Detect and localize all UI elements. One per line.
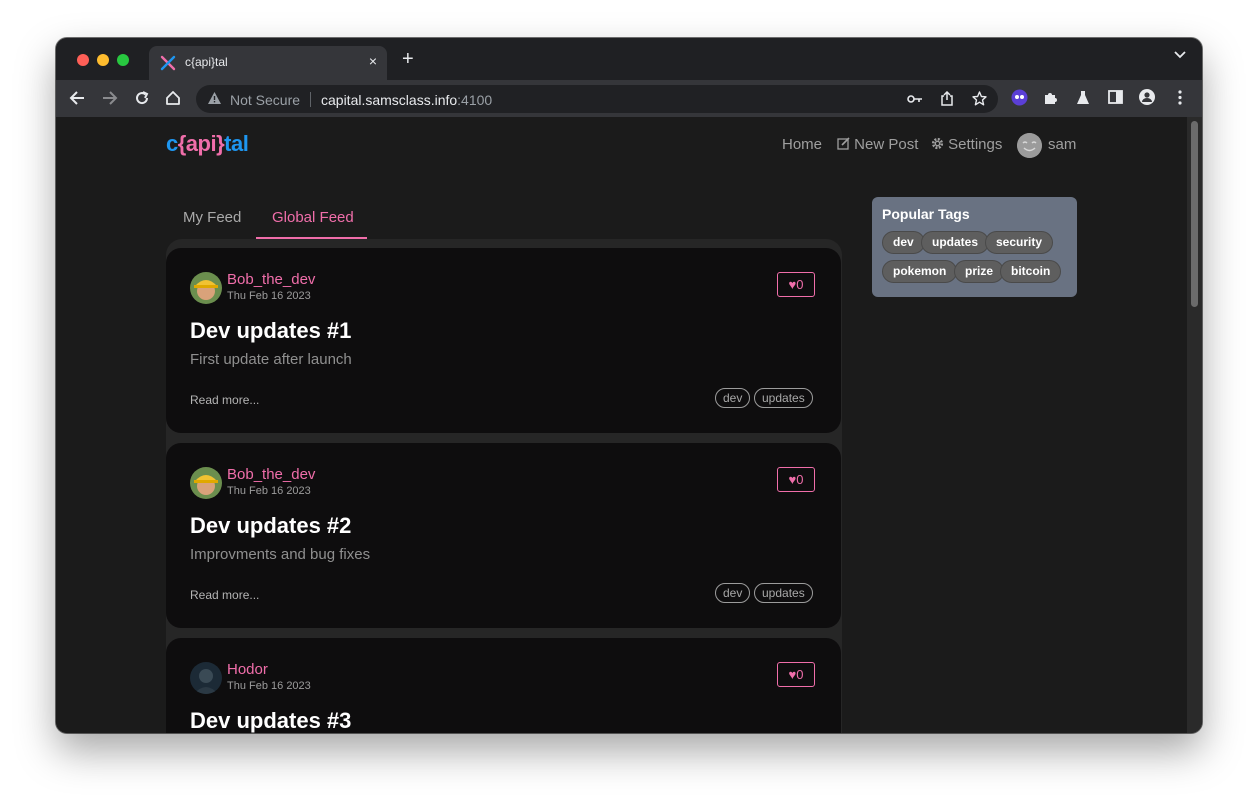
browser-window: c{api}tal × + Not Secure capital.samscla… [56, 38, 1202, 733]
puzzle-extensions-icon[interactable] [1043, 90, 1058, 105]
article-description: First update after launch [190, 351, 352, 368]
nav-home-link[interactable]: Home [782, 136, 822, 153]
browser-toolbar: Not Secure capital.samsclass.info:4100 [56, 80, 1202, 117]
labs-flask-icon[interactable] [1076, 90, 1090, 105]
tag-pill[interactable]: bitcoin [1000, 260, 1062, 283]
url-host: capital.samsclass.info [321, 92, 458, 108]
feed-tabs: My Feed Global Feed [166, 197, 842, 239]
side-panel-icon[interactable] [1108, 90, 1123, 104]
read-more-link[interactable]: Read more... [190, 588, 259, 602]
article-tag[interactable]: updates [754, 388, 813, 408]
tag-pill[interactable]: security [985, 231, 1054, 254]
reload-icon[interactable] [134, 90, 150, 106]
article-title[interactable]: Dev updates #2 [190, 513, 351, 539]
key-icon[interactable] [907, 93, 923, 105]
article-card: Hodor Thu Feb 16 2023 ♥0 Dev updates #3 [166, 638, 841, 733]
author-avatar[interactable] [190, 272, 222, 304]
author-avatar[interactable] [190, 467, 222, 499]
url-text[interactable]: capital.samsclass.info:4100 [321, 92, 492, 108]
share-icon[interactable] [941, 91, 953, 106]
nav-new-post-link[interactable]: New Post [837, 136, 918, 153]
warning-triangle-icon [208, 92, 221, 104]
tab-search-chevron-icon[interactable] [1174, 51, 1186, 59]
tab-title: c{api}tal [185, 55, 228, 69]
tab-close-icon[interactable]: × [369, 53, 377, 69]
nav-settings-link[interactable]: Settings [931, 136, 1002, 153]
tab-global-feed[interactable]: Global Feed [272, 209, 354, 226]
back-arrow-icon[interactable] [69, 91, 85, 105]
article-card: Bob_the_dev Thu Feb 16 2023 ♥0 Dev updat… [166, 443, 841, 628]
minimize-window-button[interactable] [97, 54, 109, 66]
scrollbar-thumb[interactable] [1191, 121, 1198, 307]
close-window-button[interactable] [77, 54, 89, 66]
tab-my-feed[interactable]: My Feed [183, 209, 241, 226]
bookmark-star-icon[interactable] [972, 91, 987, 106]
page-viewport: c{api}tal Home New Post Settings sam My [56, 117, 1202, 733]
capital-favicon-icon [160, 55, 176, 71]
like-button[interactable]: ♥0 [777, 662, 815, 687]
tab-strip: c{api}tal × + [56, 38, 1202, 80]
address-bar[interactable]: Not Secure capital.samsclass.info:4100 [196, 85, 998, 113]
page-scrollbar[interactable] [1187, 117, 1202, 733]
like-count: 0 [796, 667, 804, 682]
forward-arrow-icon[interactable] [102, 91, 118, 105]
zoom-window-button[interactable] [117, 54, 129, 66]
user-avatar[interactable] [1017, 133, 1042, 158]
tag-pill[interactable]: updates [921, 231, 990, 254]
article-description: Improvments and bug fixes [190, 546, 371, 563]
tag-pill[interactable]: prize [954, 260, 1005, 283]
article-tag[interactable]: dev [715, 388, 751, 408]
address-separator [310, 92, 311, 107]
logo-api: {api} [177, 131, 225, 156]
browser-tab-active[interactable]: c{api}tal × [149, 46, 387, 80]
nav-settings-label: Settings [948, 136, 1003, 153]
article-date: Thu Feb 16 2023 [227, 290, 311, 302]
home-icon[interactable] [165, 90, 181, 106]
article-author[interactable]: Hodor [227, 661, 268, 678]
nav-user-name[interactable]: sam [1048, 136, 1076, 153]
tag-pill[interactable]: dev [882, 231, 925, 254]
author-avatar[interactable] [190, 662, 222, 694]
article-author[interactable]: Bob_the_dev [227, 466, 315, 483]
article-date: Thu Feb 16 2023 [227, 680, 311, 692]
like-count: 0 [796, 472, 804, 487]
extension-icon[interactable] [1011, 89, 1028, 106]
site-logo[interactable]: c{api}tal [166, 131, 249, 157]
like-button[interactable]: ♥0 [777, 467, 815, 492]
like-button[interactable]: ♥0 [777, 272, 815, 297]
kebab-menu-icon[interactable] [1178, 90, 1182, 105]
popular-tags-sidebar: Popular Tags dev updates security pokemo… [872, 197, 1077, 297]
logo-c: c [166, 131, 178, 156]
not-secure-label[interactable]: Not Secure [230, 92, 300, 108]
article-title[interactable]: Dev updates #3 [190, 708, 351, 733]
read-more-link[interactable]: Read more... [190, 393, 259, 407]
article-card: Bob_the_dev Thu Feb 16 2023 ♥0 Dev updat… [166, 248, 841, 433]
article-tag[interactable]: dev [715, 583, 751, 603]
article-date: Thu Feb 16 2023 [227, 485, 311, 497]
article-title[interactable]: Dev updates #1 [190, 318, 351, 344]
sidebar-title: Popular Tags [882, 206, 970, 222]
nav-new-post-label: New Post [854, 136, 919, 153]
logo-tal: tal [224, 131, 249, 156]
article-author[interactable]: Bob_the_dev [227, 271, 315, 288]
tag-pill[interactable]: pokemon [882, 260, 958, 283]
new-tab-button[interactable]: + [402, 49, 414, 69]
edit-icon [837, 137, 850, 150]
profile-icon[interactable] [1139, 89, 1155, 105]
article-tag[interactable]: updates [754, 583, 813, 603]
like-count: 0 [796, 277, 804, 292]
gear-icon [931, 137, 944, 150]
url-port: :4100 [457, 92, 493, 108]
